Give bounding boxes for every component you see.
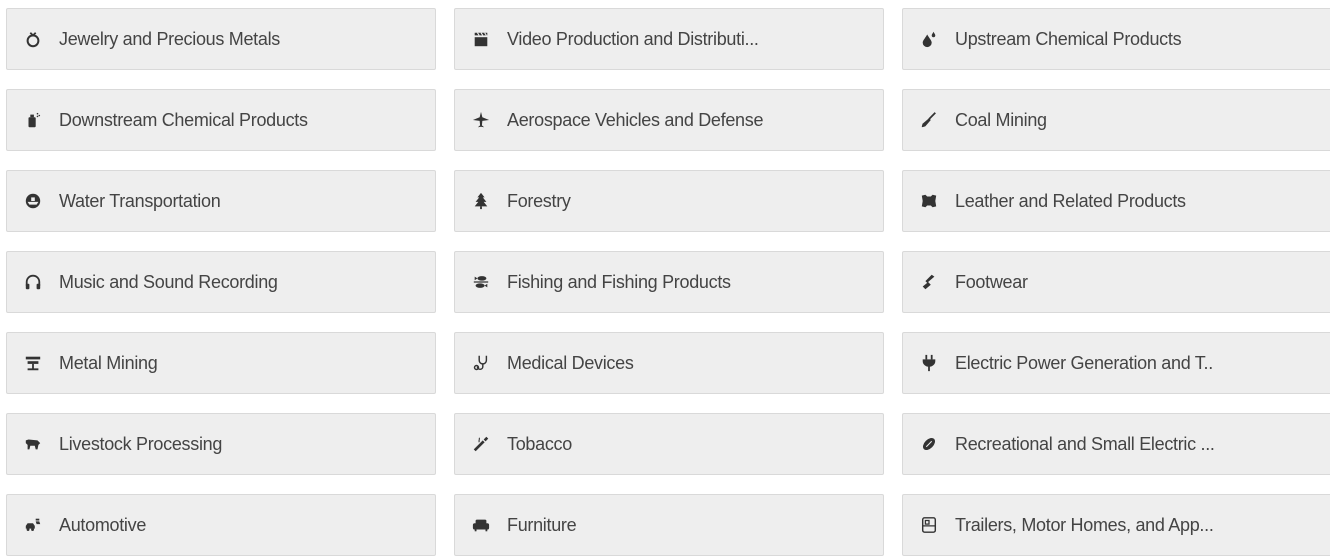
tile-trailers[interactable]: Trailers, Motor Homes, and App... [902, 494, 1330, 556]
tile-label: Fishing and Fishing Products [507, 271, 731, 292]
tile-label: Metal Mining [59, 352, 158, 373]
fish-icon [471, 272, 491, 292]
football-icon [919, 434, 939, 454]
plug-icon [919, 353, 939, 373]
tile-label: Forestry [507, 190, 571, 211]
sofa-icon [471, 515, 491, 535]
car-icon [23, 515, 43, 535]
tile-tobacco[interactable]: Tobacco [454, 413, 884, 475]
tile-label: Video Production and Distributi... [507, 28, 759, 49]
tile-medical-devices[interactable]: Medical Devices [454, 332, 884, 394]
headphones-icon [23, 272, 43, 292]
tile-label: Livestock Processing [59, 433, 223, 454]
stethoscope-icon [471, 353, 491, 373]
tile-fishing[interactable]: Fishing and Fishing Products [454, 251, 884, 313]
tile-label: Furniture [507, 514, 577, 535]
ingot-icon [23, 353, 43, 373]
tile-recreational[interactable]: Recreational and Small Electric ... [902, 413, 1330, 475]
tile-label: Medical Devices [507, 352, 634, 373]
tile-label: Downstream Chemical Products [59, 109, 308, 130]
tile-label: Footwear [955, 271, 1028, 292]
spray-can-icon [23, 110, 43, 130]
droplets-icon [919, 29, 939, 49]
shoe-icon [919, 272, 939, 292]
tile-furniture[interactable]: Furniture [454, 494, 884, 556]
cigarette-icon [471, 434, 491, 454]
tile-video-production[interactable]: Video Production and Distributi... [454, 8, 884, 70]
tile-label: Recreational and Small Electric ... [955, 433, 1215, 454]
tile-label: Coal Mining [955, 109, 1047, 130]
tile-forestry[interactable]: Forestry [454, 170, 884, 232]
tile-label: Trailers, Motor Homes, and App... [955, 514, 1214, 535]
tile-label: Tobacco [507, 433, 572, 454]
tile-label: Music and Sound Recording [59, 271, 278, 292]
tile-jewelry[interactable]: Jewelry and Precious Metals [6, 8, 436, 70]
tile-music[interactable]: Music and Sound Recording [6, 251, 436, 313]
shovel-icon [919, 110, 939, 130]
tile-leather[interactable]: Leather and Related Products [902, 170, 1330, 232]
tile-label: Upstream Chemical Products [955, 28, 1182, 49]
tile-aerospace[interactable]: Aerospace Vehicles and Defense [454, 89, 884, 151]
tile-label: Aerospace Vehicles and Defense [507, 109, 764, 130]
film-clapper-icon [471, 29, 491, 49]
tile-livestock[interactable]: Livestock Processing [6, 413, 436, 475]
cow-icon [23, 434, 43, 454]
tile-water-transportation[interactable]: Water Transportation [6, 170, 436, 232]
tile-label: Leather and Related Products [955, 190, 1186, 211]
ship-icon [23, 191, 43, 211]
tile-downstream-chemical[interactable]: Downstream Chemical Products [6, 89, 436, 151]
ring-icon [23, 29, 43, 49]
tile-metal-mining[interactable]: Metal Mining [6, 332, 436, 394]
industry-grid: Jewelry and Precious Metals Video Produc… [6, 8, 1330, 556]
tree-icon [471, 191, 491, 211]
tile-automotive[interactable]: Automotive [6, 494, 436, 556]
tile-label: Jewelry and Precious Metals [59, 28, 280, 49]
leather-hide-icon [919, 191, 939, 211]
tile-footwear[interactable]: Footwear [902, 251, 1330, 313]
plane-icon [471, 110, 491, 130]
tile-upstream-chemical[interactable]: Upstream Chemical Products [902, 8, 1330, 70]
tile-electric-power[interactable]: Electric Power Generation and T.. [902, 332, 1330, 394]
tile-label: Electric Power Generation and T.. [955, 352, 1213, 373]
trailer-icon [919, 515, 939, 535]
tile-label: Automotive [59, 514, 147, 535]
tile-label: Water Transportation [59, 190, 221, 211]
tile-coal-mining[interactable]: Coal Mining [902, 89, 1330, 151]
